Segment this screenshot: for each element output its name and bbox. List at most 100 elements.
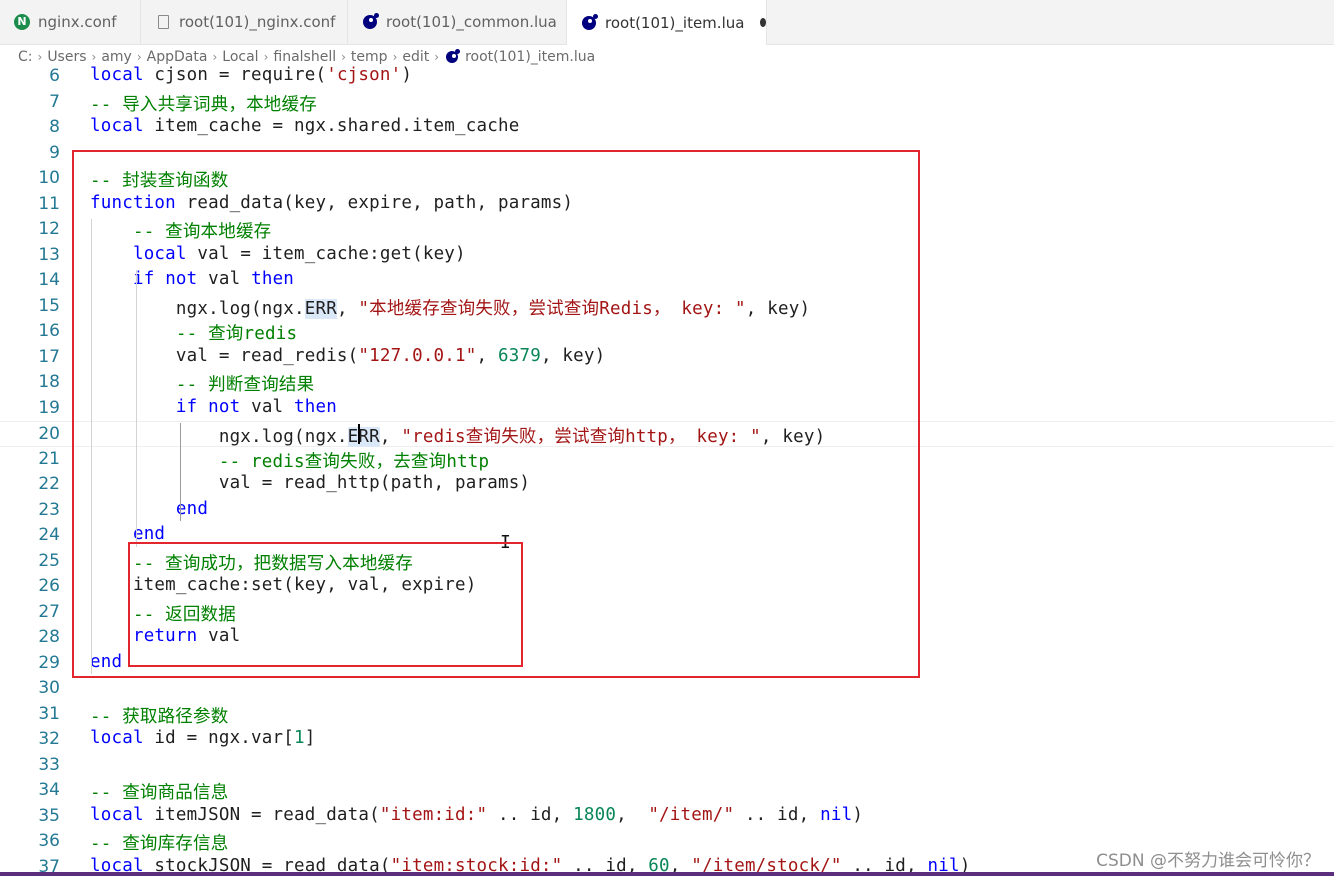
code-line[interactable]: 26 item_cache:set(key, val, expire) (0, 574, 1334, 600)
indent-guide (180, 423, 181, 521)
line-number: 9 (0, 143, 60, 163)
code-line[interactable]: 23 end (0, 498, 1334, 524)
code-text: -- 判断查询结果 (90, 371, 314, 396)
tab-nginx-conf[interactable]: N nginx.conf (0, 0, 141, 44)
code-line[interactable]: 20 ngx.log(ngx.ERR, "redis查询失败，尝试查询http，… (0, 421, 1334, 447)
code-text: -- 返回数据 (90, 601, 236, 626)
code-line[interactable]: 9 (0, 141, 1334, 167)
code-line[interactable]: 21 -- redis查询失败，去查询http (0, 447, 1334, 473)
chevron-right-icon: › (341, 50, 346, 64)
code-line[interactable]: 31-- 获取路径参数 (0, 702, 1334, 728)
code-text: val = read_redis("127.0.0.1", 6379, key) (90, 346, 605, 366)
code-line[interactable]: 22 val = read_http(path, params) (0, 472, 1334, 498)
file-icon (155, 14, 171, 30)
line-number: 21 (0, 449, 60, 469)
indent-guide (136, 270, 137, 547)
tab-root-nginx-conf[interactable]: root(101)_nginx.conf (141, 0, 348, 44)
line-number: 11 (0, 194, 60, 214)
code-text: val = read_http(path, params) (90, 473, 530, 493)
line-number: 19 (0, 398, 60, 418)
line-number: 32 (0, 729, 60, 749)
code-text: end (90, 499, 208, 519)
code-line[interactable]: 15 ngx.log(ngx.ERR, "本地缓存查询失败，尝试查询Redis，… (0, 294, 1334, 320)
breadcrumb-item[interactable]: Users (47, 49, 86, 65)
line-number: 20 (0, 424, 60, 444)
code-text: -- 查询redis (90, 320, 297, 345)
breadcrumb-item[interactable]: AppData (147, 49, 208, 65)
code-text: -- 查询库存信息 (90, 830, 228, 855)
tab-label: nginx.conf (38, 13, 117, 31)
code-text: return val (90, 626, 240, 646)
breadcrumb-item[interactable]: edit (402, 49, 429, 65)
code-line[interactable]: 6local cjson = require('cjson') (0, 64, 1334, 90)
line-number: 17 (0, 347, 60, 367)
code-text: item_cache:set(key, val, expire) (90, 575, 477, 595)
line-number: 16 (0, 321, 60, 341)
line-number: 33 (0, 755, 60, 775)
code-line[interactable]: 11function read_data(key, expire, path, … (0, 192, 1334, 218)
code-text: -- 查询本地缓存 (90, 218, 271, 243)
code-line[interactable]: 34-- 查询商品信息 (0, 778, 1334, 804)
code-line[interactable]: 30 (0, 676, 1334, 702)
code-text: local id = ngx.var[1] (90, 728, 316, 748)
code-text: -- 导入共享词典，本地缓存 (90, 91, 317, 116)
code-text: ngx.log(ngx.ERR, "redis查询失败，尝试查询http， ke… (90, 423, 825, 448)
chevron-right-icon: › (92, 50, 97, 64)
line-number: 8 (0, 117, 60, 137)
line-number: 23 (0, 500, 60, 520)
code-line[interactable]: 12 -- 查询本地缓存 (0, 217, 1334, 243)
watermark: CSDN @不努力谁会可怜你？ (1096, 846, 1320, 871)
code-line[interactable]: 35local itemJSON = read_data("item:id:" … (0, 804, 1334, 830)
code-text: if not val then (90, 397, 337, 417)
code-line[interactable]: 25 -- 查询成功，把数据写入本地缓存 (0, 549, 1334, 575)
line-number: 12 (0, 219, 60, 239)
chevron-right-icon: › (212, 50, 217, 64)
line-number: 6 (0, 66, 60, 86)
code-line[interactable]: 24 end (0, 523, 1334, 549)
breadcrumb-item[interactable]: Local (222, 49, 258, 65)
code-text: -- 封装查询函数 (90, 167, 228, 192)
code-line[interactable]: 16 -- 查询redis (0, 319, 1334, 345)
line-number: 35 (0, 806, 60, 826)
tab-root-item-lua[interactable]: root(101)_item.lua (567, 0, 767, 45)
code-line[interactable]: 32 local id = ngx.var[1] (0, 727, 1334, 753)
code-line[interactable]: 27 -- 返回数据 (0, 600, 1334, 626)
code-line[interactable]: 33 (0, 753, 1334, 779)
tab-label: root(101)_common.lua (386, 13, 557, 31)
line-number: 29 (0, 653, 60, 673)
breadcrumb-item[interactable]: C: (18, 49, 33, 65)
line-number: 30 (0, 678, 60, 698)
line-number: 10 (0, 168, 60, 188)
chevron-right-icon: › (137, 50, 142, 64)
breadcrumb-item[interactable]: root(101)_item.lua (465, 49, 595, 65)
code-line[interactable]: 14 if not val then (0, 268, 1334, 294)
line-number: 14 (0, 270, 60, 290)
unsaved-dot-icon[interactable] (760, 18, 766, 27)
code-text: if not val then (90, 269, 294, 289)
line-number: 28 (0, 627, 60, 647)
code-line[interactable]: 13 local val = item_cache:get(key) (0, 243, 1334, 269)
code-line[interactable]: 28 return val (0, 625, 1334, 651)
editor-tab-bar: N nginx.conf root(101)_nginx.conf root(1… (0, 0, 1334, 45)
breadcrumb-item[interactable]: finalshell (273, 49, 336, 65)
code-line[interactable]: 7-- 导入共享词典，本地缓存 (0, 90, 1334, 116)
indent-guide (91, 219, 92, 674)
breadcrumb-item[interactable]: temp (351, 49, 388, 65)
code-text: -- redis查询失败，去查询http (90, 448, 489, 473)
chevron-right-icon: › (264, 50, 269, 64)
code-line[interactable]: 18 -- 判断查询结果 (0, 370, 1334, 396)
line-number: 15 (0, 296, 60, 316)
code-line[interactable]: 17 val = read_redis("127.0.0.1", 6379, k… (0, 345, 1334, 371)
code-editor[interactable]: 6local cjson = require('cjson')7-- 导入共享词… (0, 64, 1334, 876)
tab-root-common-lua[interactable]: root(101)_common.lua (348, 0, 567, 44)
code-line[interactable]: 10 -- 封装查询函数 (0, 166, 1334, 192)
code-text: -- 获取路径参数 (90, 703, 228, 728)
breadcrumb-item[interactable]: amy (101, 49, 132, 65)
lua-icon (446, 51, 458, 63)
code-line[interactable]: 8local item_cache = ngx.shared.item_cach… (0, 115, 1334, 141)
code-line[interactable]: 19 if not val then (0, 396, 1334, 422)
nginx-icon: N (14, 14, 30, 30)
code-line[interactable]: 29end (0, 651, 1334, 677)
line-number: 26 (0, 576, 60, 596)
chevron-right-icon: › (393, 50, 398, 64)
